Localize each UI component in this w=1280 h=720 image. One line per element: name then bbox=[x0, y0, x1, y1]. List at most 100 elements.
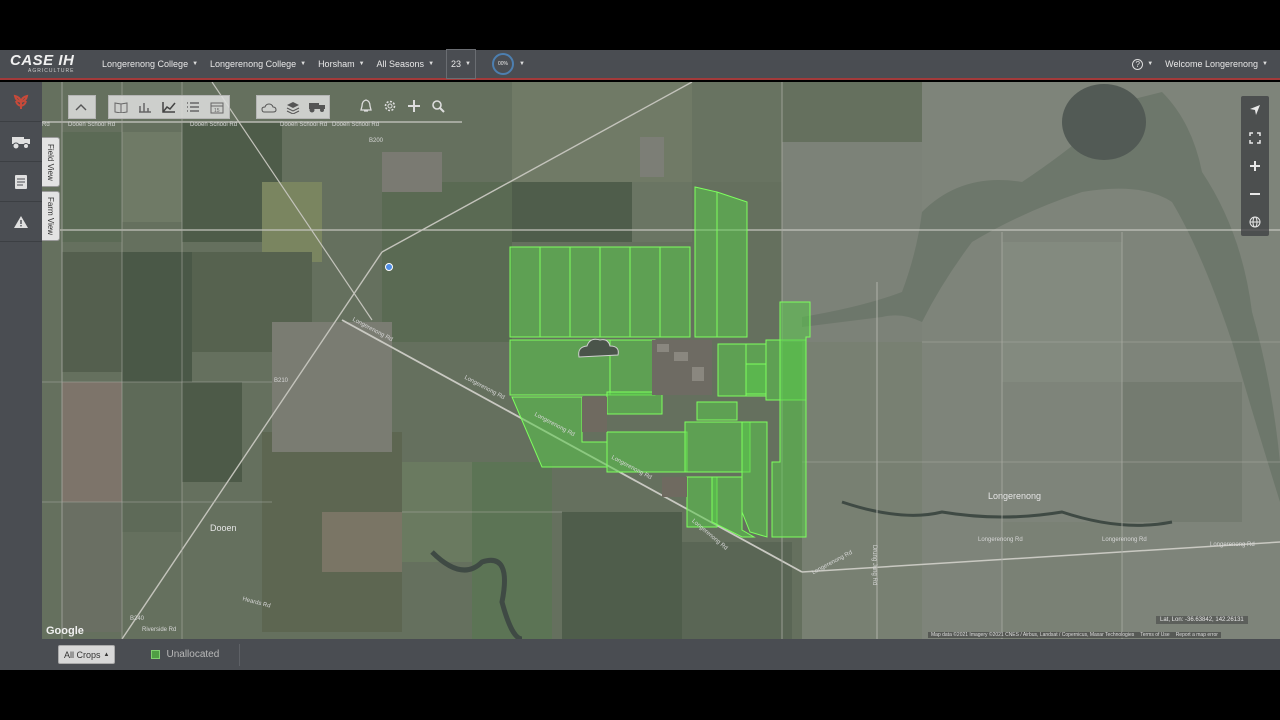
fullscreen-button[interactable] bbox=[1243, 126, 1267, 150]
plant-icon bbox=[13, 94, 29, 109]
season-dropdown[interactable]: All Seasons ▼ bbox=[371, 49, 440, 79]
layers-icon bbox=[286, 101, 300, 114]
document-icon bbox=[15, 174, 27, 189]
line-chart-icon bbox=[162, 102, 176, 113]
satellite-map[interactable]: Rd Dooen School Rd Dooen School Rd Dooen… bbox=[42, 82, 1280, 639]
book-icon bbox=[114, 102, 128, 113]
add-button[interactable] bbox=[402, 95, 426, 117]
road-label: Dooen School Rd bbox=[280, 122, 328, 128]
machinery-button[interactable] bbox=[305, 96, 329, 118]
plus-icon bbox=[408, 100, 420, 112]
crop-filter-label: All Crops bbox=[64, 649, 101, 660]
road-label: Dooen School Rd bbox=[332, 122, 380, 128]
road-label: Longerenong Rd bbox=[1102, 537, 1147, 543]
list-icon bbox=[187, 102, 199, 112]
bar-chart-button[interactable] bbox=[133, 96, 157, 118]
left-rail bbox=[0, 82, 42, 670]
app-window: CASE IH AGRICULTURE Longerenong College … bbox=[0, 0, 1280, 720]
season-label: All Seasons bbox=[376, 59, 425, 69]
list-button[interactable] bbox=[181, 96, 205, 118]
navigation-arrow-icon bbox=[1250, 105, 1260, 115]
bar-chart-icon bbox=[139, 103, 151, 113]
chevron-down-icon: ▼ bbox=[192, 61, 199, 67]
collapse-button[interactable] bbox=[69, 96, 93, 118]
org-dropdown[interactable]: Longerenong College ▼ bbox=[96, 49, 204, 79]
layers-button[interactable] bbox=[281, 96, 305, 118]
chevron-down-icon: ▼ bbox=[465, 61, 471, 67]
farm-dropdown[interactable]: Longerenong College ▼ bbox=[204, 49, 312, 79]
layers-toolbar bbox=[256, 95, 330, 119]
chevron-down-icon: ▼ bbox=[1147, 61, 1154, 67]
calendar-button[interactable]: 15 bbox=[205, 96, 229, 118]
rail-notes-button[interactable] bbox=[0, 162, 42, 202]
weather-button[interactable] bbox=[257, 96, 281, 118]
zoom-in-button[interactable] bbox=[1243, 154, 1267, 178]
zoom-out-button[interactable] bbox=[1243, 182, 1267, 206]
chevron-up-icon bbox=[75, 104, 87, 111]
report-link[interactable]: Report a map error bbox=[1176, 632, 1218, 638]
road-label: B210 bbox=[274, 378, 289, 384]
count-label: 23 bbox=[451, 59, 462, 69]
trend-button[interactable] bbox=[157, 96, 181, 118]
welcome-label: Welcome Longerenong bbox=[1165, 59, 1259, 69]
chevron-down-icon: ▼ bbox=[428, 61, 435, 67]
calendar-icon: 15 bbox=[210, 102, 224, 114]
map-attribution: Map data ©2021 Imagery ©2021 CNES / Airb… bbox=[928, 632, 1221, 638]
legend-label: Unallocated bbox=[166, 649, 220, 660]
legend-item-unallocated[interactable]: Unallocated bbox=[151, 649, 219, 660]
rail-home-button[interactable] bbox=[0, 82, 42, 122]
road-label: B200 bbox=[369, 138, 384, 144]
view-tabs: Field View Farm View bbox=[42, 137, 60, 245]
book-button[interactable] bbox=[109, 96, 133, 118]
alert-bell-button[interactable] bbox=[354, 95, 378, 117]
latlon-readout: Lat, Lon: -36.63842, 142.26131 bbox=[1156, 616, 1248, 624]
google-logo: Google bbox=[46, 625, 84, 637]
attribution-text: Map data ©2021 Imagery ©2021 CNES / Airb… bbox=[931, 632, 1135, 638]
plus-icon bbox=[1250, 161, 1260, 171]
weather-icon bbox=[261, 103, 277, 113]
count-dropdown[interactable]: 23 ▼ bbox=[446, 49, 476, 79]
road-label: Drung Jung Rd bbox=[871, 544, 878, 586]
road-label: B240 bbox=[130, 616, 145, 622]
rail-equipment-button[interactable] bbox=[0, 122, 42, 162]
road-label: Riverside Rd bbox=[142, 627, 177, 633]
views-toolbar: 15 bbox=[108, 95, 230, 119]
bell-icon bbox=[360, 99, 372, 112]
chevron-down-icon: ▼ bbox=[358, 61, 365, 67]
farm-label: Longerenong College bbox=[210, 59, 297, 69]
terms-link[interactable]: Terms of Use bbox=[1140, 632, 1169, 638]
help-dropdown[interactable]: ? ▼ bbox=[1120, 58, 1165, 70]
crop-filter-dropdown[interactable]: All Crops ▲ bbox=[58, 645, 116, 664]
map-tools bbox=[354, 95, 450, 117]
search-button[interactable] bbox=[426, 95, 450, 117]
top-nav-bar: CASE IH AGRICULTURE Longerenong College … bbox=[0, 49, 1280, 80]
settings-button[interactable] bbox=[378, 95, 402, 117]
rail-alerts-button[interactable] bbox=[0, 202, 42, 242]
search-icon bbox=[432, 100, 445, 113]
road-label: Dooen School Rd bbox=[68, 122, 116, 128]
town-label-dooen: Dooen bbox=[210, 523, 237, 533]
gear-icon bbox=[384, 100, 396, 112]
locate-button[interactable] bbox=[1243, 98, 1267, 122]
harvester-icon bbox=[12, 136, 30, 149]
tab-farm-view[interactable]: Farm View bbox=[42, 191, 60, 241]
chevron-up-icon: ▲ bbox=[103, 651, 110, 658]
sync-progress[interactable]: 00% bbox=[491, 53, 514, 75]
location-dropdown[interactable]: Horsham ▼ bbox=[312, 49, 370, 79]
org-label: Longerenong College bbox=[102, 59, 189, 69]
tab-field-view[interactable]: Field View bbox=[42, 137, 60, 187]
minus-icon bbox=[1250, 193, 1260, 195]
harvester-icon bbox=[309, 103, 325, 113]
brand-logo[interactable]: CASE IH AGRICULTURE bbox=[0, 49, 96, 79]
progress-label: 00% bbox=[497, 61, 508, 67]
chevron-down-icon: ▼ bbox=[300, 61, 307, 67]
map-type-button[interactable] bbox=[1243, 210, 1267, 234]
brand-sub: AGRICULTURE bbox=[28, 68, 75, 74]
road-label: Dooen School Rd bbox=[190, 122, 238, 128]
location-label: Horsham bbox=[318, 59, 355, 69]
chevron-down-icon[interactable]: ▼ bbox=[519, 61, 525, 67]
user-menu[interactable]: Welcome Longerenong ▼ bbox=[1165, 59, 1280, 69]
help-icon: ? bbox=[1132, 58, 1144, 70]
svg-text:15: 15 bbox=[214, 108, 220, 114]
legend-bar: All Crops ▲ Unallocated bbox=[42, 639, 1280, 670]
